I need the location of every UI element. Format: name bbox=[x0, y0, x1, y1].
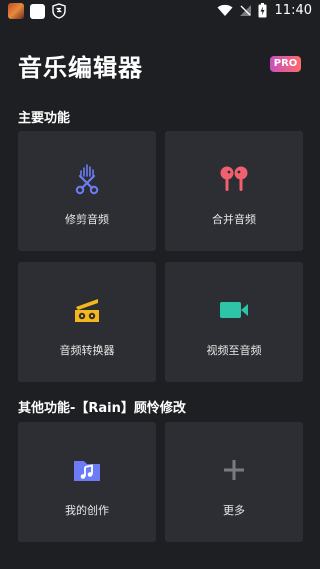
my-creations-card[interactable]: 我的创作 bbox=[18, 422, 156, 542]
game-app-icon bbox=[8, 3, 24, 19]
section-title-main: 主要功能 bbox=[18, 111, 71, 126]
more-card[interactable]: 更多 bbox=[165, 422, 303, 542]
merge-audio-label: 合并音频 bbox=[212, 213, 256, 226]
shield-icon bbox=[52, 3, 66, 19]
blank-app-icon bbox=[30, 3, 45, 19]
wifi-icon bbox=[217, 4, 233, 16]
status-system-icons: 11:40 bbox=[217, 3, 312, 18]
clock: 11:40 bbox=[274, 3, 312, 18]
section-title-other: 其他功能-【Rain】顾怜修改 bbox=[18, 401, 186, 416]
no-signal-icon bbox=[239, 5, 251, 16]
pro-badge[interactable]: PRO bbox=[270, 56, 301, 72]
status-bar: 11:40 bbox=[0, 0, 320, 24]
convert-icon bbox=[75, 299, 99, 322]
plus-icon bbox=[224, 460, 244, 480]
video-to-audio-card[interactable]: 视频至音频 bbox=[165, 262, 303, 382]
app-title: 音乐编辑器 bbox=[18, 54, 143, 82]
audio-converter-label: 音频转换器 bbox=[59, 344, 115, 357]
audio-converter-card[interactable]: 音频转换器 bbox=[18, 262, 156, 382]
music-folder-icon bbox=[74, 461, 100, 481]
battery-charging-icon bbox=[258, 3, 267, 18]
video-camera-icon bbox=[220, 302, 248, 318]
video-to-audio-label: 视频至音频 bbox=[206, 344, 262, 357]
status-notifications bbox=[8, 3, 67, 19]
merge-audio-card[interactable]: 合并音频 bbox=[165, 131, 303, 251]
trim-audio-card[interactable]: 修剪音频 bbox=[18, 131, 156, 251]
scissors-waveform-icon bbox=[75, 164, 99, 195]
trim-audio-label: 修剪音频 bbox=[65, 213, 109, 226]
earbuds-icon bbox=[220, 166, 248, 191]
my-creations-label: 我的创作 bbox=[65, 504, 109, 517]
more-label: 更多 bbox=[223, 504, 245, 517]
